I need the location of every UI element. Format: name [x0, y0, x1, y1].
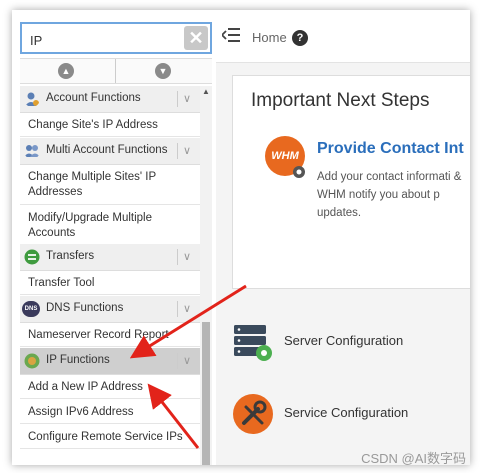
menu-item-add-new-ip[interactable]: Add a New IP Address [20, 375, 200, 399]
menu-item-configure-remote-ips[interactable]: Configure Remote Service IPs [20, 425, 200, 449]
gear-icon [293, 166, 305, 178]
whm-window: ✕ ▲ ▼ Account Functions ∨ Change Site's [12, 10, 470, 465]
section-label: IP Functions [46, 354, 110, 366]
menu-toggle-icon[interactable] [222, 28, 240, 42]
sidebar-scrollbar[interactable]: ▲ [200, 86, 212, 465]
server-configuration-icon [234, 325, 272, 361]
chevron-down-icon[interactable]: ∨ [177, 249, 196, 265]
provide-contact-link[interactable]: Provide Contact Int [317, 140, 464, 158]
help-icon[interactable]: ? [292, 30, 308, 46]
chevron-down-icon[interactable]: ∨ [177, 91, 196, 107]
section-multi-account-functions[interactable]: Multi Account Functions ∨ [20, 138, 200, 165]
chevron-down-icon[interactable]: ∨ [177, 353, 196, 369]
service-configuration-label: Service Configuration [284, 405, 409, 420]
menu-item-modify-upgrade-accounts[interactable]: Modify/Upgrade Multiple Accounts [20, 206, 200, 246]
section-label: Multi Account Functions [46, 144, 168, 156]
menu-item-assign-ipv6[interactable]: Assign IPv6 Address [20, 400, 200, 424]
server-configuration-label: Server Configuration [284, 333, 404, 348]
chevron-up-icon: ▲ [58, 63, 74, 79]
server-configuration-row[interactable]: Server Configuration [232, 317, 470, 367]
section-label: Transfers [46, 250, 95, 262]
multi-account-icon [24, 145, 40, 157]
expand-all-button[interactable]: ▼ [117, 59, 212, 83]
menu-item-change-site-ip[interactable]: Change Site's IP Address [20, 113, 200, 137]
service-configuration-row[interactable]: Service Configuration [232, 389, 470, 439]
section-transfers[interactable]: Transfers ∨ [20, 244, 200, 271]
account-functions-icon [25, 92, 39, 106]
chevron-down-icon[interactable]: ∨ [177, 301, 196, 317]
transfers-icon [24, 249, 40, 265]
sidebar: ✕ ▲ ▼ Account Functions ∨ Change Site's [12, 10, 217, 465]
section-label: DNS Functions [46, 302, 124, 314]
chevron-down-icon[interactable]: ∨ [177, 143, 196, 159]
section-dns-functions[interactable]: DNS DNS Functions ∨ [20, 296, 200, 323]
dns-icon: DNS [22, 301, 40, 317]
top-bar: Home ? [216, 10, 470, 63]
scroll-up-arrow-icon[interactable]: ▲ [200, 86, 212, 98]
scrollbar-thumb[interactable] [202, 322, 210, 465]
watermark: CSDN @AI数字码 [361, 451, 466, 466]
sidebar-menu: Account Functions ∨ Change Site's IP Add… [20, 86, 200, 465]
menu-item-nameserver-record-report[interactable]: Nameserver Record Report [20, 323, 200, 347]
search-input[interactable] [28, 29, 182, 51]
collapse-controls: ▲ ▼ [20, 58, 212, 84]
next-steps-card: Important Next Steps WHM Provide Contact… [232, 75, 470, 289]
contact-description: Add your contact informati & WHM notify … [317, 171, 462, 219]
main-content: Important Next Steps WHM Provide Contact… [216, 63, 470, 465]
service-configuration-icon [233, 394, 273, 434]
search-box[interactable]: ✕ [20, 22, 212, 54]
section-account-functions[interactable]: Account Functions ∨ [20, 86, 200, 113]
section-label: Account Functions [46, 92, 141, 104]
chevron-down-icon: ▼ [155, 63, 171, 79]
page-title: Important Next Steps [251, 90, 430, 111]
menu-item-transfer-tool[interactable]: Transfer Tool [20, 271, 200, 295]
section-ip-functions[interactable]: IP Functions ∨ [20, 348, 200, 375]
clear-search-button[interactable]: ✕ [184, 26, 208, 50]
breadcrumb-home[interactable]: Home [252, 30, 287, 45]
menu-item-change-multiple-ips[interactable]: Change Multiple Sites' IP Addresses [20, 165, 200, 205]
collapse-all-button[interactable]: ▲ [20, 59, 116, 83]
ip-functions-icon [24, 353, 40, 369]
